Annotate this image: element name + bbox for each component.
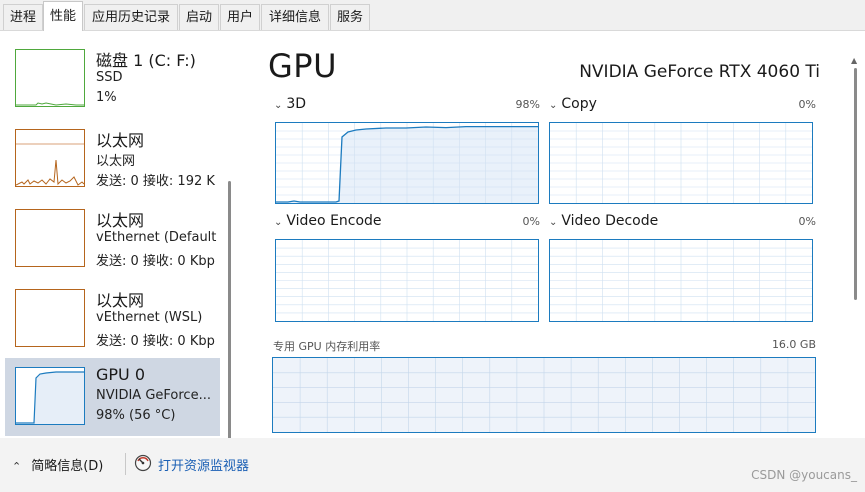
engine-name: 3D: [286, 96, 307, 112]
item-value: 98% (56 °C): [96, 408, 176, 423]
engine-percent: 0%: [522, 215, 540, 228]
graph-video-encode: [275, 239, 539, 322]
bottom-bar: ⌃ 简略信息(D) 打开资源监视器 CSDN @youcans_: [0, 438, 865, 492]
item-subtitle: NVIDIA GeForce...: [96, 388, 211, 403]
gpu-detail-panel: GPU NVIDIA GeForce RTX 4060 Ti ⌄ 3D 98% ⌄…: [240, 31, 850, 438]
chevron-down-icon: ⌄: [274, 100, 283, 111]
item-value: 发送: 0 接收: 0 Kbp: [96, 334, 215, 349]
chevron-up-icon: ⌃: [12, 460, 22, 473]
graph-3d: [275, 122, 539, 204]
fewer-details-button[interactable]: ⌃ 简略信息(D): [12, 455, 103, 474]
tab-processes[interactable]: 进程: [3, 4, 43, 30]
graph-dedicated-memory: [272, 357, 816, 433]
item-subtitle: vEthernet (Default ...: [96, 230, 220, 245]
ethernet-thumbnail-graph: [15, 129, 85, 187]
item-title: 以太网: [96, 291, 145, 310]
tab-bar: 进程 性能 应用历史记录 启动 用户 详细信息 服务: [0, 0, 865, 31]
left-scrollbar[interactable]: [228, 181, 231, 443]
graph-copy: [549, 122, 813, 204]
item-title: 以太网: [96, 211, 145, 230]
scrollbar-thumb[interactable]: [854, 68, 857, 300]
engine-selector-copy[interactable]: ⌄ Copy: [549, 96, 597, 112]
open-resource-monitor-link[interactable]: 打开资源监视器: [158, 455, 249, 474]
engine-name: Video Decode: [561, 213, 659, 229]
chevron-down-icon: ⌄: [549, 100, 558, 111]
item-value: 发送: 0 接收: 192 K: [96, 174, 215, 189]
item-subtitle: 以太网: [96, 154, 136, 169]
tab-performance[interactable]: 性能: [43, 1, 83, 31]
page-title: GPU: [268, 47, 338, 85]
item-value: 1%: [96, 90, 117, 105]
engine-percent: 0%: [798, 98, 816, 111]
dedicated-memory-label: 专用 GPU 内存利用率: [273, 340, 381, 353]
item-title: 以太网: [96, 131, 145, 150]
resource-monitor-icon[interactable]: [134, 454, 152, 472]
engine-selector-3d[interactable]: ⌄ 3D: [274, 96, 306, 112]
main-scrollbar[interactable]: ▲: [851, 56, 858, 326]
engine-name: Video Encode: [286, 213, 382, 229]
engine-percent: 98%: [515, 98, 540, 111]
ethernet-thumbnail-graph: [15, 289, 85, 347]
gpu-thumbnail-graph: [15, 367, 85, 425]
tab-details[interactable]: 详细信息: [261, 4, 329, 30]
tab-services[interactable]: 服务: [330, 4, 370, 30]
ethernet-thumbnail-graph: [15, 209, 85, 267]
item-title: GPU 0: [96, 365, 146, 384]
fewer-details-label: 简略信息(D): [31, 459, 104, 474]
tab-users[interactable]: 用户: [220, 4, 260, 30]
engine-selector-video-decode[interactable]: ⌄ Video Decode: [549, 213, 658, 229]
graph-video-decode: [549, 239, 813, 322]
resource-list: 磁盘 1 (C: F:) SSD 1% 以太网 以太网 发送: 0 接收: 19…: [0, 31, 240, 443]
resource-item-ethernet-1[interactable]: 以太网 以太网 发送: 0 接收: 192 K: [5, 120, 220, 198]
tab-app-history[interactable]: 应用历史记录: [84, 4, 178, 30]
engine-selector-video-encode[interactable]: ⌄ Video Encode: [274, 213, 382, 229]
chevron-down-icon: ⌄: [549, 217, 558, 228]
engine-percent: 0%: [798, 215, 816, 228]
item-value: 发送: 0 接收: 0 Kbp: [96, 254, 215, 269]
resource-item-gpu-0[interactable]: GPU 0 NVIDIA GeForce... 98% (56 °C): [5, 358, 220, 436]
resource-item-ethernet-3[interactable]: 以太网 vEthernet (WSL) 发送: 0 接收: 0 Kbp: [5, 280, 220, 358]
chevron-down-icon: ⌄: [274, 217, 283, 228]
item-title: 磁盘 1 (C: F:): [96, 51, 196, 70]
watermark: CSDN @youcans_: [751, 468, 857, 482]
engine-name: Copy: [561, 96, 597, 112]
disk-thumbnail-graph: [15, 49, 85, 107]
resource-item-ethernet-2[interactable]: 以太网 vEthernet (Default ... 发送: 0 接收: 0 K…: [5, 200, 220, 278]
tab-startup[interactable]: 启动: [179, 4, 219, 30]
item-subtitle: vEthernet (WSL): [96, 310, 203, 325]
resource-item-disk[interactable]: 磁盘 1 (C: F:) SSD 1%: [5, 40, 220, 118]
dedicated-memory-total: 16.0 GB: [771, 338, 816, 351]
item-subtitle: SSD: [96, 70, 123, 85]
divider: [125, 453, 126, 475]
gpu-model-name: NVIDIA GeForce RTX 4060 Ti: [579, 62, 820, 82]
scroll-up-icon[interactable]: ▲: [851, 56, 857, 65]
